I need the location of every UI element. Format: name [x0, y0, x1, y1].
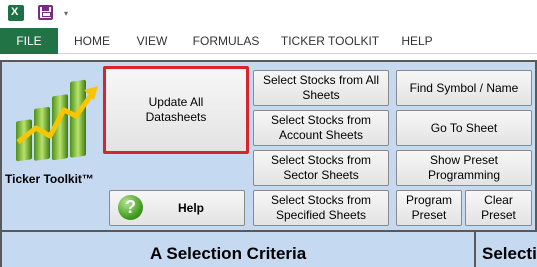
clear-preset-button[interactable]: Clear Preset [465, 190, 532, 226]
select-sector-sheets-label: Select Stocks from Sector Sheets [270, 153, 372, 182]
select-stocks-all-sheets-button[interactable]: Select Stocks from All Sheets [253, 70, 389, 106]
ticker-toolkit-ribbon-panel: Ticker Toolkit™ Update All Datasheets ? … [0, 60, 537, 232]
tab-ticker-toolkit[interactable]: TICKER TOOLKIT [278, 28, 382, 54]
select-specified-sheets-label: Select Stocks from Specified Sheets [270, 193, 372, 222]
find-symbol-label: Find Symbol / Name [409, 80, 519, 95]
show-preset-label: Show Preset Programming [427, 153, 501, 182]
clear-preset-label: Clear Preset [481, 193, 516, 222]
program-preset-label: Program Preset [406, 193, 453, 222]
ticker-toolkit-logo-icon [16, 79, 98, 162]
program-preset-button[interactable]: Program Preset [396, 190, 462, 226]
go-to-sheet-button[interactable]: Go To Sheet [396, 110, 532, 146]
help-question-icon: ? [118, 195, 143, 220]
customize-qat-icon[interactable]: ▾ [64, 9, 68, 18]
save-icon[interactable] [38, 5, 53, 20]
excel-icon[interactable]: X [8, 5, 24, 21]
ribbon-tabs: FILE HOME VIEW FORMULAS TICKER TOOLKIT H… [0, 28, 537, 54]
tab-file[interactable]: FILE [0, 28, 58, 54]
update-all-datasheets-label: Update All Datasheets [145, 95, 207, 124]
select-all-sheets-label: Select Stocks from All Sheets [262, 73, 380, 102]
tab-formulas[interactable]: FORMULAS [186, 28, 266, 54]
tab-help[interactable]: HELP [394, 28, 440, 54]
show-preset-programming-button[interactable]: Show Preset Programming [396, 150, 532, 186]
help-label: Help [177, 200, 204, 215]
find-symbol-name-button[interactable]: Find Symbol / Name [396, 70, 532, 106]
go-to-sheet-label: Go To Sheet [430, 120, 498, 135]
second-column-title: Selecti [482, 244, 537, 263]
select-stocks-specified-sheets-button[interactable]: Select Stocks from Specified Sheets [253, 190, 389, 226]
help-button[interactable]: ? Help [109, 190, 245, 226]
select-stocks-sector-sheets-button[interactable]: Select Stocks from Sector Sheets [253, 150, 389, 186]
tab-view[interactable]: VIEW [130, 28, 174, 54]
sheet-header-strip: A Selection Criteria Selecti [0, 232, 537, 267]
selection-criteria-title: A Selection Criteria [150, 244, 307, 263]
quick-access-toolbar: X ▾ [0, 0, 537, 28]
select-account-sheets-label: Select Stocks from Account Sheets [270, 113, 372, 142]
selection-criteria-column: A Selection Criteria [2, 232, 476, 267]
tab-home[interactable]: HOME [66, 28, 118, 54]
select-stocks-account-sheets-button[interactable]: Select Stocks from Account Sheets [253, 110, 389, 146]
update-all-datasheets-button[interactable]: Update All Datasheets [103, 66, 249, 154]
ticker-toolkit-label: Ticker Toolkit™ [5, 172, 94, 186]
